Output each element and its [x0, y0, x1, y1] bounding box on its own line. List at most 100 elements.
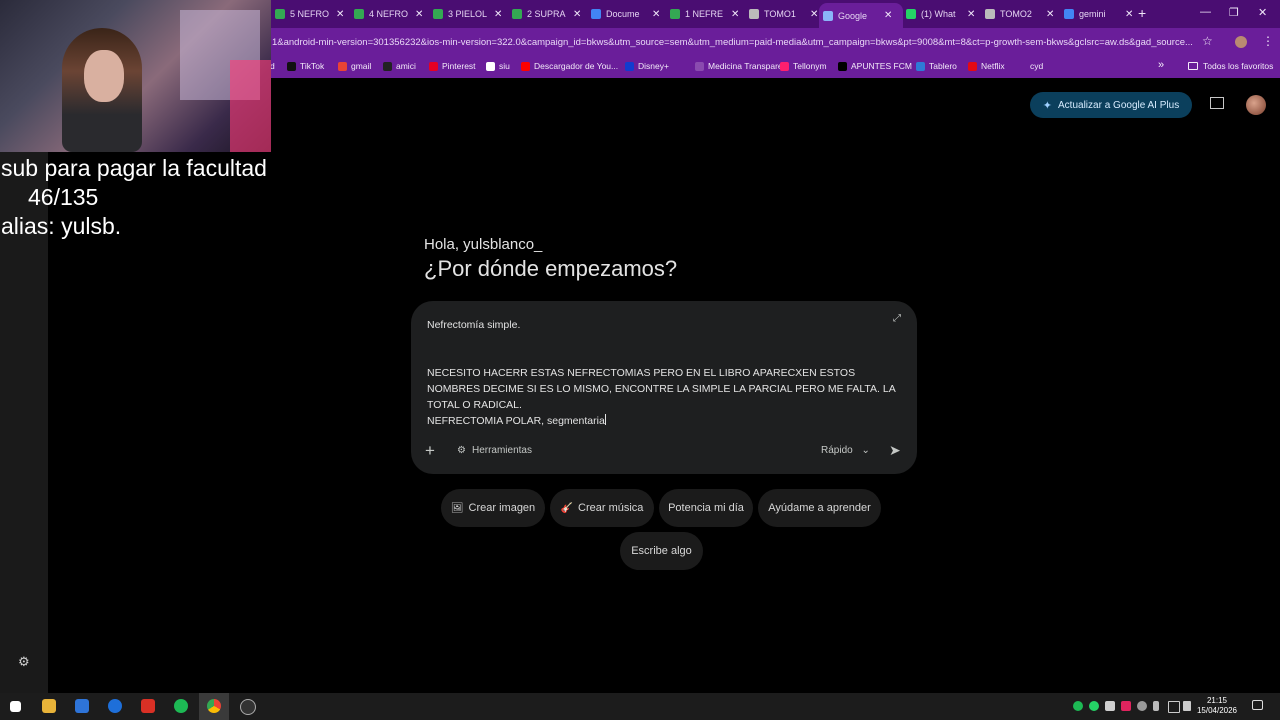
prompt-line: NECESITO HACERR ESTAS NEFRECTOMIAS PERO …	[427, 367, 896, 411]
text-caret	[604, 414, 606, 425]
tools-label: Herramientas	[471, 445, 532, 456]
taskbar: 21:15 15/04/2026	[0, 693, 1280, 720]
tray-whatsapp-icon[interactable]	[1089, 701, 1099, 711]
canvas-icon[interactable]	[1210, 97, 1224, 109]
bookmark-item[interactable]: Tablero	[916, 61, 957, 71]
tab-close-icon[interactable]: ✕	[967, 9, 975, 20]
bookmark-item[interactable]: Descargador de You...	[521, 61, 618, 71]
microphone-icon[interactable]	[1153, 701, 1159, 711]
profile-icon[interactable]	[1235, 36, 1247, 48]
bookmark-item[interactable]: siu	[486, 61, 510, 71]
bookmark-label: Tablero	[929, 61, 957, 71]
messenger-icon[interactable]	[108, 699, 122, 713]
upgrade-button[interactable]: ✦ Actualizar a Google AI Plus	[1030, 92, 1192, 118]
bookmark-star-icon[interactable]: ☆	[1202, 34, 1213, 48]
chip-label: Ayúdame a aprender	[768, 502, 871, 514]
all-bookmarks-button[interactable]: Todos los favoritos	[1188, 61, 1273, 71]
bookmark-item[interactable]: Medicina Transpare...	[695, 61, 790, 71]
browser-tab[interactable]: TOMO1 ✕	[745, 4, 824, 24]
tab-title: 5 NEFRO	[290, 9, 330, 19]
bookmark-item[interactable]: Tellonym	[780, 61, 827, 71]
add-attachment-button[interactable]: +	[425, 441, 435, 461]
browser-tab[interactable]: Google ✕	[819, 3, 903, 28]
bookmark-favicon-icon	[780, 61, 789, 71]
browser-tab[interactable]: gemini ✕	[1060, 4, 1139, 24]
restore-icon[interactable]: ❐	[1229, 6, 1239, 19]
browser-tab[interactable]: 3 PIELOL ✕	[429, 4, 508, 24]
chip-create-music[interactable]: 🎸 Crear música	[550, 489, 654, 527]
tray-app-icon[interactable]	[1121, 701, 1131, 711]
browser-tab[interactable]: 1 NEFRE ✕	[666, 4, 745, 24]
tab-close-icon[interactable]: ✕	[884, 10, 892, 21]
clock-date: 15/04/2026	[1196, 706, 1238, 715]
close-window-icon[interactable]: ✕	[1258, 6, 1267, 19]
bookmark-item[interactable]: Pinterest	[429, 61, 476, 71]
browser-tab[interactable]: Docume ✕	[587, 4, 666, 24]
prompt-input[interactable]: Nefrectomía simple. NECESITO HACERR ESTA…	[427, 317, 897, 429]
bookmark-favicon-icon	[338, 61, 347, 71]
chip-write[interactable]: Escribe algo	[620, 532, 703, 570]
prompt-box[interactable]: Nefrectomía simple. NECESITO HACERR ESTA…	[411, 301, 917, 474]
url-field[interactable]: 1&android-min-version=301356232&ios-min-…	[272, 37, 1200, 48]
bookmark-label: Tellonym	[793, 61, 827, 71]
chevron-down-icon: ⌄	[861, 445, 870, 456]
file-explorer-icon[interactable]	[42, 699, 56, 713]
chrome-icon[interactable]	[207, 699, 221, 713]
volume-icon[interactable]	[1183, 701, 1191, 711]
new-tab-button[interactable]: +	[1138, 5, 1146, 21]
tab-close-icon[interactable]: ✕	[731, 9, 739, 20]
tray-app2-icon[interactable]	[1137, 701, 1147, 711]
tab-title: 4 NEFRO	[369, 9, 409, 19]
tray-spotify-icon[interactable]	[1073, 701, 1083, 711]
browser-tab[interactable]: 5 NEFRO ✕	[271, 4, 350, 24]
tab-close-icon[interactable]: ✕	[652, 9, 660, 20]
obs-icon[interactable]	[240, 699, 256, 715]
browser-tab[interactable]: 4 NEFRO ✕	[350, 4, 429, 24]
chip-label: Crear imagen	[468, 502, 536, 514]
minimize-icon[interactable]: —	[1200, 6, 1211, 18]
system-clock[interactable]: 21:15 15/04/2026	[1196, 696, 1238, 716]
page-title: ¿Por dónde empezamos?	[424, 256, 678, 281]
app-red-icon[interactable]	[141, 699, 155, 713]
bookmark-favicon-icon	[429, 61, 438, 71]
tools-button[interactable]: ⚙ Herramientas	[457, 445, 532, 456]
settings-gear-icon[interactable]: ⚙	[18, 654, 30, 670]
chip-help-learn[interactable]: Ayúdame a aprender	[758, 489, 881, 527]
notification-icon[interactable]	[1252, 700, 1263, 710]
bookmark-label: TikTok	[300, 61, 325, 71]
bookmark-item[interactable]: gmail	[338, 61, 371, 71]
menu-icon[interactable]: ⋮	[1262, 34, 1274, 48]
tab-close-icon[interactable]: ✕	[415, 9, 423, 20]
chip-boost-day[interactable]: Potencia mi día	[659, 489, 753, 527]
bookmark-item[interactable]: Netflix	[968, 61, 1005, 71]
bookmark-item[interactable]: TikTok	[287, 61, 324, 71]
tab-close-icon[interactable]: ✕	[336, 9, 344, 20]
bookmark-item[interactable]: cyd	[1017, 61, 1043, 71]
bookmark-item[interactable]: Disney+	[625, 61, 669, 71]
bookmark-favicon-icon	[287, 61, 296, 71]
more-bookmarks-icon[interactable]: »	[1158, 59, 1164, 71]
browser-tab[interactable]: (1) What ✕	[902, 4, 981, 24]
bookmark-favicon-icon	[695, 61, 704, 71]
send-button[interactable]: ➤	[889, 442, 901, 459]
spotify-icon[interactable]	[174, 699, 188, 713]
windows-start-icon[interactable]	[10, 701, 21, 712]
browser-tab[interactable]: 2 SUPRA ✕	[508, 4, 587, 24]
bookmark-favicon-icon	[916, 61, 925, 71]
expand-icon[interactable]: ⤢	[893, 313, 901, 324]
chip-create-image[interactable]: 🖼 Crear imagen	[441, 489, 545, 527]
browser-tab[interactable]: TOMO2 ✕	[981, 4, 1060, 24]
tab-close-icon[interactable]: ✕	[810, 9, 818, 20]
tab-favicon-icon	[433, 9, 443, 19]
bookmark-item[interactable]: APUNTES FCM	[838, 61, 912, 71]
tray-discord-icon[interactable]	[1105, 701, 1115, 711]
tab-close-icon[interactable]: ✕	[1046, 9, 1054, 20]
network-icon[interactable]	[1168, 701, 1180, 713]
bookmark-item[interactable]: amici	[383, 61, 416, 71]
tab-close-icon[interactable]: ✕	[1125, 9, 1133, 20]
tab-close-icon[interactable]: ✕	[573, 9, 581, 20]
tab-close-icon[interactable]: ✕	[494, 9, 502, 20]
model-mode-dropdown[interactable]: Rápido ⌄	[821, 445, 870, 456]
avatar[interactable]	[1246, 95, 1266, 115]
store-icon[interactable]	[75, 699, 89, 713]
